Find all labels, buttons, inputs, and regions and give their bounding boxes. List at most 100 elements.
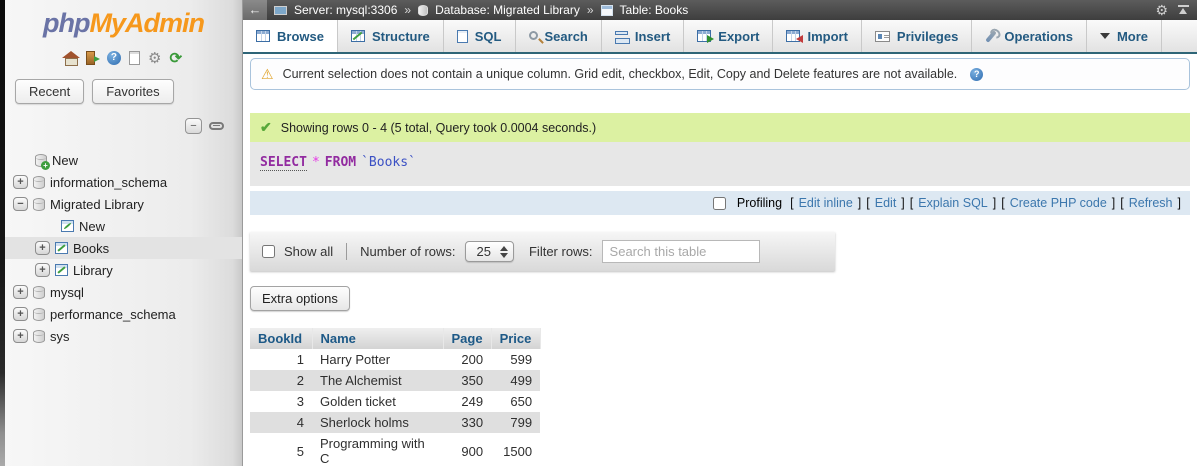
column-header-price[interactable]: Price (491, 328, 540, 349)
database-icon (33, 198, 45, 211)
cell-bookid: 4 (250, 412, 312, 433)
tab-label: Import (807, 29, 847, 44)
warning-message: ⚠ Current selection does not contain a u… (250, 58, 1190, 90)
privileges-icon (875, 31, 890, 42)
column-header-page[interactable]: Page (443, 328, 491, 349)
sql-query-display: SELECT*FROM`Books` (250, 142, 1190, 186)
tab-import[interactable]: Import (773, 20, 861, 52)
explain-sql-link[interactable]: Explain SQL (918, 196, 987, 210)
edit-inline-link[interactable]: Edit inline (799, 196, 853, 210)
settings-icon[interactable]: ⚙ (148, 51, 161, 66)
extra-options-button[interactable]: Extra options (250, 286, 350, 311)
home-icon[interactable] (65, 58, 78, 66)
recent-button[interactable]: Recent (15, 79, 84, 104)
bracket: ] (1178, 196, 1181, 210)
cell-name: Golden ticket (312, 391, 443, 412)
bracket: [ (866, 196, 869, 210)
bracket: ] (993, 196, 996, 210)
navigation-sidebar: phpMyAdmin ? ⚙ ⟳ Recent Favorites − New … (5, 0, 243, 466)
cell-name: Harry Potter (312, 349, 443, 370)
number-of-rows-value: 25 (477, 244, 491, 259)
link-icon[interactable] (209, 122, 224, 130)
tab-privileges[interactable]: Privileges (862, 20, 972, 52)
expand-icon[interactable]: + (13, 285, 28, 299)
table-new-icon (61, 220, 74, 232)
tab-sql[interactable]: SQL (444, 20, 516, 52)
database-icon (33, 176, 45, 189)
tab-browse[interactable]: Browse (243, 20, 338, 52)
tab-label: Browse (277, 29, 324, 44)
tree-item-migrated-library[interactable]: − Migrated Library (5, 193, 242, 215)
tree-item-books[interactable]: + Books (5, 237, 242, 259)
number-of-rows-select[interactable]: 25 (465, 241, 514, 262)
tree-item-performance-schema[interactable]: + performance_schema (5, 303, 242, 325)
refresh-link[interactable]: Refresh (1129, 196, 1173, 210)
check-icon: ✔ (260, 119, 272, 136)
tree-controls: − (5, 104, 242, 134)
tab-insert[interactable]: Insert (602, 20, 684, 52)
page-settings-icon[interactable]: ⚙ (1155, 2, 1168, 19)
database-icon (33, 308, 45, 321)
cell-bookid: 2 (250, 370, 312, 391)
structure-icon (351, 30, 365, 42)
expand-icon[interactable]: + (35, 263, 50, 277)
collapse-all-button[interactable]: − (185, 118, 202, 134)
table-header-row: BookId Name Page Price (250, 328, 540, 349)
phpmyadmin-logo[interactable]: phpMyAdmin (5, 0, 242, 39)
main-panel: ← Server: mysql:3306 » Database: Migrate… (243, 0, 1197, 466)
edit-link[interactable]: Edit (875, 196, 897, 210)
cell-page: 350 (443, 370, 491, 391)
expand-icon[interactable]: + (13, 175, 28, 189)
help-icon[interactable]: ? (970, 68, 983, 81)
refresh-icon[interactable]: ⟳ (169, 51, 182, 66)
logout-icon[interactable] (86, 51, 95, 65)
server-icon (274, 6, 287, 15)
show-all-checkbox[interactable] (262, 245, 275, 258)
tab-structure[interactable]: Structure (338, 20, 444, 52)
column-header-bookid[interactable]: BookId (250, 328, 312, 349)
tab-operations[interactable]: Operations (972, 20, 1087, 52)
expand-icon[interactable]: + (13, 307, 28, 321)
show-all-label: Show all (284, 244, 333, 259)
create-php-code-link[interactable]: Create PHP code (1010, 196, 1107, 210)
table-icon (55, 242, 68, 254)
tab-more[interactable]: More (1087, 20, 1162, 52)
cell-bookid: 1 (250, 349, 312, 370)
breadcrumb-table[interactable]: Table: Books (620, 3, 689, 17)
tree-item-library[interactable]: + Library (5, 259, 242, 281)
warning-icon: ⚠ (261, 67, 274, 81)
collapse-icon[interactable]: − (13, 197, 28, 211)
tree-item-mysql[interactable]: + mysql (5, 281, 242, 303)
tree-item-information-schema[interactable]: + information_schema (5, 171, 242, 193)
bracket: [ (1001, 196, 1004, 210)
breadcrumb-database[interactable]: Database: Migrated Library (435, 3, 580, 17)
cell-page: 330 (443, 412, 491, 433)
bracket: [ (1120, 196, 1123, 210)
expand-icon[interactable]: + (13, 329, 28, 343)
tab-search[interactable]: Search (516, 20, 602, 52)
table-row: 3 Golden ticket 249 650 (250, 391, 540, 412)
back-button[interactable]: ← (243, 0, 267, 20)
breadcrumb-server[interactable]: Server: mysql:3306 (294, 3, 397, 17)
success-message: ✔ Showing rows 0 - 4 (5 total, Query too… (250, 113, 1190, 142)
favorites-button[interactable]: Favorites (92, 79, 173, 104)
tab-export[interactable]: Export (684, 20, 773, 52)
tab-label: Structure (372, 29, 430, 44)
tree-item-new-table[interactable]: New (5, 215, 242, 237)
expand-panel-icon[interactable] (1178, 5, 1189, 15)
docs-icon[interactable] (129, 51, 140, 65)
profiling-checkbox[interactable] (713, 197, 726, 210)
cell-name: Programming with C (312, 433, 443, 466)
tree-item-new-database[interactable]: New (5, 149, 242, 171)
content-area: ⚠ Current selection does not contain a u… (243, 54, 1197, 466)
filter-rows-input[interactable] (602, 240, 760, 263)
tree-item-sys[interactable]: + sys (5, 325, 242, 347)
cell-price: 1500 (491, 433, 540, 466)
cell-name: Sherlock holms (312, 412, 443, 433)
table-row: 1 Harry Potter 200 599 (250, 349, 540, 370)
database-icon (33, 330, 45, 343)
sql-icon (457, 30, 468, 43)
column-header-name[interactable]: Name (312, 328, 443, 349)
help-icon[interactable]: ? (107, 51, 121, 65)
expand-icon[interactable]: + (35, 241, 50, 255)
